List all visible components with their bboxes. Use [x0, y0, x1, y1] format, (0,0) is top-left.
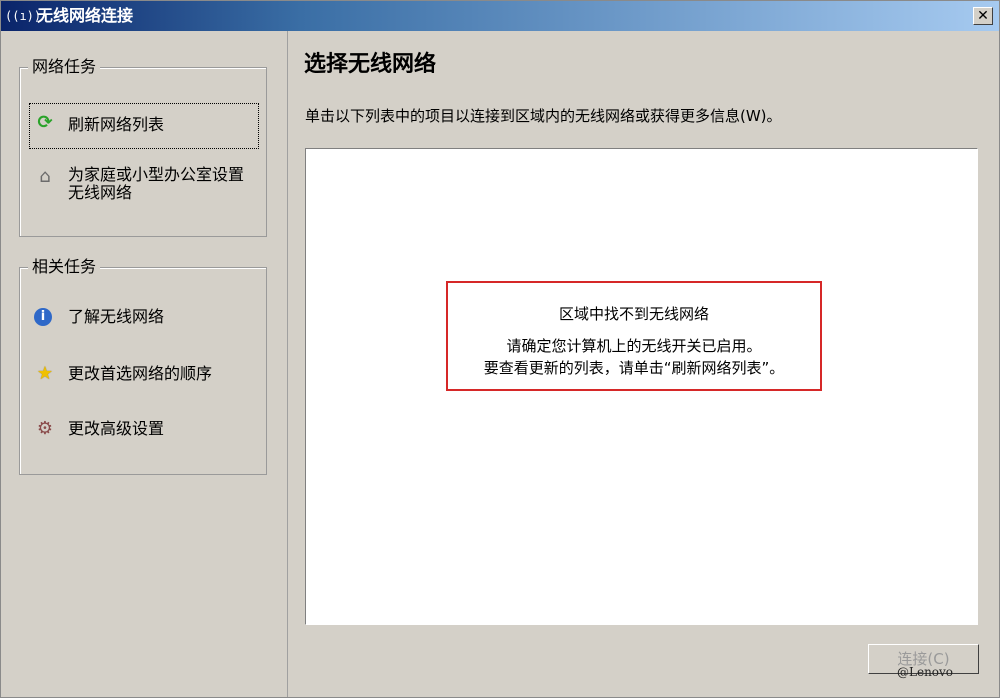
page-title: 选择无线网络	[304, 52, 437, 77]
task-label: 更改高级设置	[68, 419, 165, 438]
star-icon: ★	[36, 363, 54, 384]
setup-home-office-task[interactable]: ⌂ 为家庭或小型办公室设置无线网络	[30, 164, 258, 204]
wireless-icon: ((ı))	[5, 9, 42, 23]
network-tasks-group: 网络任务 ⟳ 刷新网络列表 ⌂ 为家庭或小型办公室设置无线网络	[19, 57, 267, 237]
change-advanced-settings-task[interactable]: ⚙ 更改高级设置	[30, 418, 258, 440]
no-networks-message: 区域中找不到无线网络 请确定您计算机上的无线开关已启用。 要查看更新的列表，请单…	[446, 281, 822, 391]
network-tasks-title: 网络任务	[28, 57, 101, 77]
refresh-icon: ⟳	[37, 112, 53, 133]
info-icon: i	[34, 308, 52, 326]
task-label: 刷新网络列表	[68, 115, 165, 134]
window-title: 无线网络连接	[37, 6, 134, 25]
refresh-network-list-task[interactable]: ⟳ 刷新网络列表	[29, 103, 259, 149]
task-pane: 网络任务 ⟳ 刷新网络列表 ⌂ 为家庭或小型办公室设置无线网络 相关任务 i 了…	[1, 31, 288, 697]
message-line-2: 请确定您计算机上的无线开关已启用。	[506, 337, 762, 355]
task-label: 了解无线网络	[68, 307, 165, 326]
title-bar[interactable]: ((ı)) 无线网络连接 ✕	[1, 1, 999, 31]
learn-wireless-task[interactable]: i 了解无线网络	[30, 306, 258, 328]
close-button[interactable]: ✕	[973, 7, 993, 25]
task-label: 更改首选网络的顺序	[68, 364, 213, 383]
instructions-text: 单击以下列表中的项目以连接到区域内的无线网络或获得更多信息(W)。	[305, 107, 782, 125]
gear-icon: ⚙	[36, 418, 54, 439]
related-tasks-group: 相关任务 i 了解无线网络 ★ 更改首选网络的顺序 ⚙ 更改高级设置	[19, 257, 267, 475]
router-icon: ⌂	[39, 166, 51, 187]
message-line-3: 要查看更新的列表，请单击“刷新网络列表”。	[483, 359, 785, 377]
message-line-1: 区域中找不到无线网络	[558, 305, 709, 323]
related-tasks-title: 相关任务	[28, 257, 101, 277]
wireless-connection-window: ((ı)) 无线网络连接 ✕ 网络任务 ⟳ 刷新网络列表 ⌂ 为家庭或小型办公室…	[0, 0, 1000, 698]
task-label: 为家庭或小型办公室设置无线网络	[68, 165, 245, 202]
watermark: @Lenovo	[897, 665, 954, 679]
change-preferred-order-task[interactable]: ★ 更改首选网络的顺序	[30, 363, 258, 385]
